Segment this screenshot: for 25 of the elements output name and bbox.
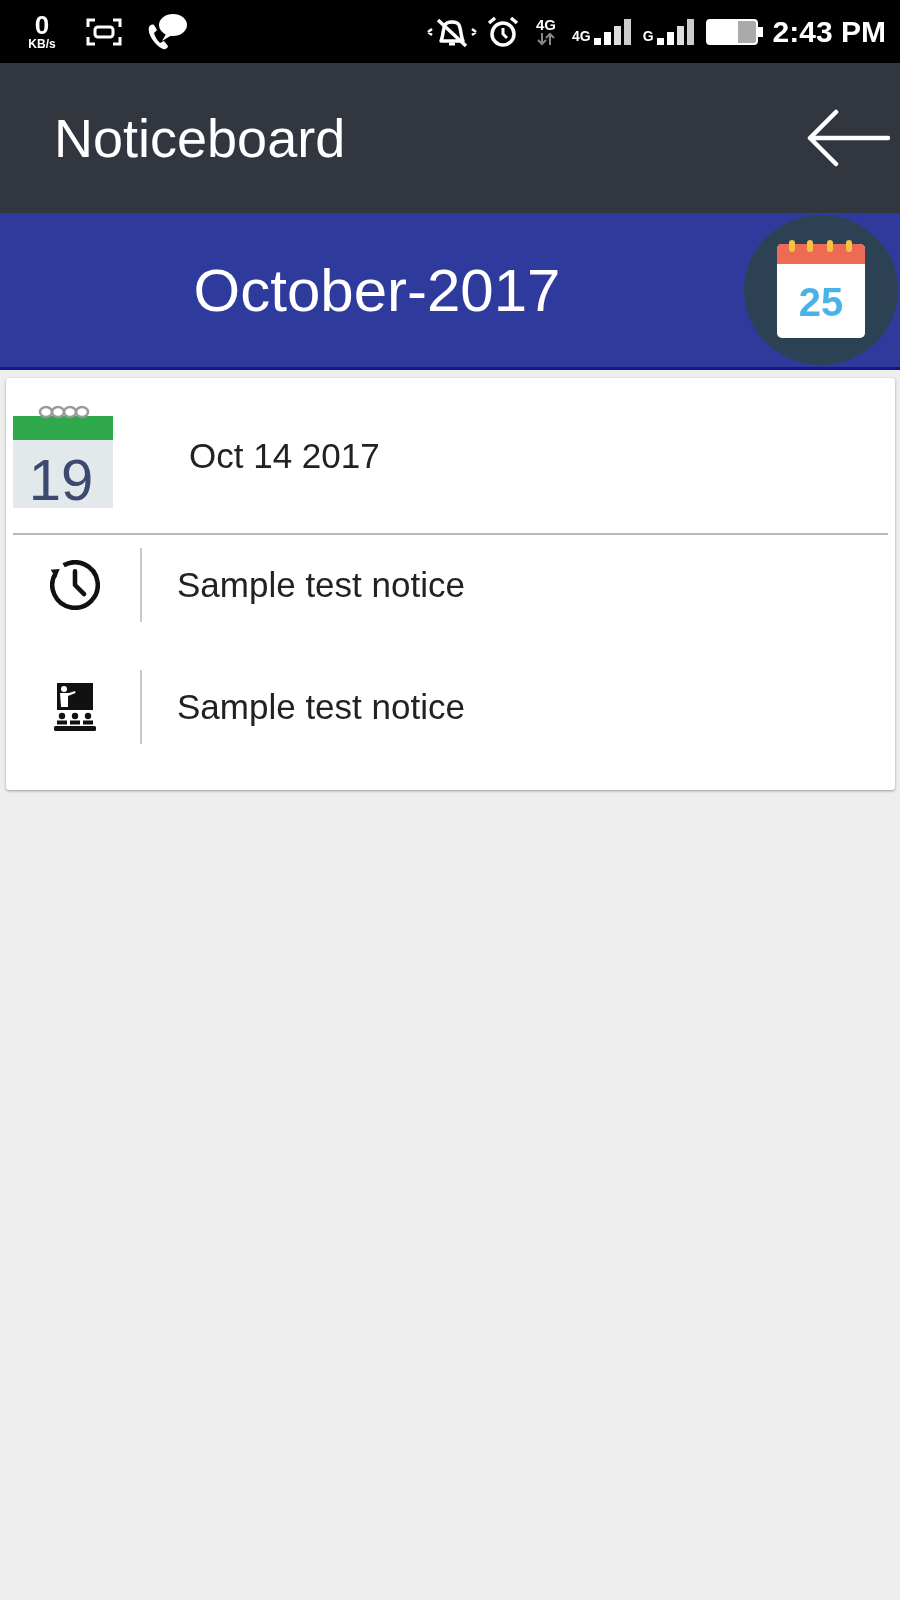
network-type-label: 4G [536, 17, 557, 32]
month-title: October-2017 [192, 255, 562, 325]
alarm-clock-icon [486, 14, 521, 49]
notice-text: Sample test notice [177, 687, 465, 727]
history-clock-icon [50, 560, 100, 610]
calendar-button[interactable]: 25 [744, 215, 898, 365]
status-time: 2:43 PM [772, 14, 886, 49]
screenshot-icon [86, 17, 122, 46]
battery-icon [705, 18, 764, 45]
app-bar-title: Noticeboard [54, 107, 346, 169]
data-speed-unit: KB/s [28, 37, 56, 52]
phone-chat-icon [146, 12, 188, 51]
signal-bars-icon [593, 18, 634, 45]
data-arrows-icon [537, 32, 556, 46]
sim-network-label: 4G [572, 28, 591, 43]
data-speed-value: 0 [34, 11, 50, 38]
calendar-day-number: 19 [28, 446, 94, 508]
back-arrow-icon[interactable] [806, 108, 890, 168]
notice-text: Sample test notice [177, 565, 465, 605]
notice-date: Oct 14 2017 [189, 435, 380, 476]
sim-network-label: G [642, 28, 654, 43]
signal-bars-icon [656, 18, 697, 45]
calendar-icon [13, 405, 113, 508]
calendar-day-number: 25 [798, 280, 844, 324]
calendar-icon [777, 240, 865, 338]
